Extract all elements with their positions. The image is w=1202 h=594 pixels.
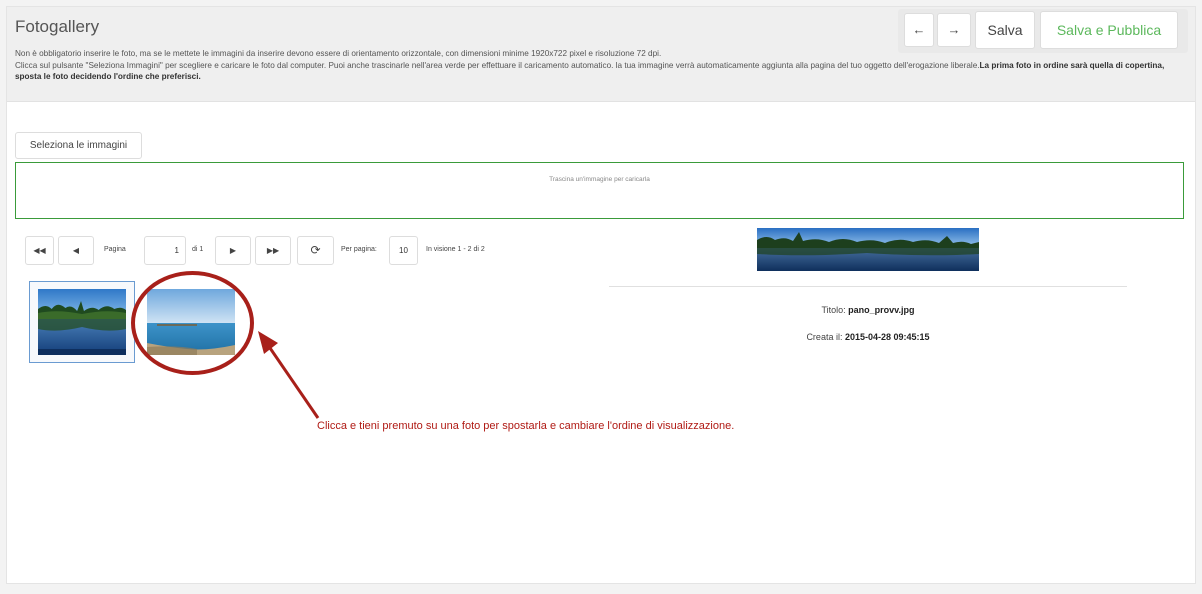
lake-photo-1-image <box>38 289 126 355</box>
per-page-input[interactable]: 10 <box>389 236 418 265</box>
page: Fotogallery Non è obbligatorio inserire … <box>6 6 1196 584</box>
info-line-2: Clicca sul pulsante "Seleziona Immagini"… <box>15 60 1175 83</box>
last-page-button[interactable]: ▶▶ <box>255 236 291 265</box>
details-divider <box>609 286 1127 287</box>
panorama-preview-image <box>757 228 979 271</box>
refresh-button[interactable]: ⟳ <box>297 236 334 265</box>
first-page-button[interactable]: ◀◀ <box>25 236 54 265</box>
page-input[interactable]: 1 <box>144 236 186 265</box>
prev-page-button[interactable]: ◀ <box>58 236 94 265</box>
info-line-2-text: Clicca sul pulsante "Seleziona Immagini"… <box>15 60 980 70</box>
prev-button[interactable]: ← <box>904 13 934 47</box>
header: Fotogallery Non è obbligatorio inserire … <box>7 7 1195 102</box>
refresh-icon: ⟳ <box>310 243 321 257</box>
first-page-icon: ◀◀ <box>33 246 46 255</box>
next-button[interactable]: → <box>937 13 971 47</box>
title-value: pano_provv.jpg <box>848 305 915 315</box>
toolbar: ← → Salva Salva e Pubblica <box>898 9 1188 53</box>
prev-page-icon: ◀ <box>72 246 80 255</box>
photo-thumbnail-1[interactable] <box>29 281 135 363</box>
dropzone-text: Trascina un'immagine per caricarla <box>549 176 650 183</box>
arrow-left-icon: ← <box>912 22 926 37</box>
annotation-text: Clicca e tieni premuto su una foto per s… <box>317 420 735 432</box>
page-of-label: di 1 <box>192 246 204 253</box>
created-label: Creata il: <box>806 332 843 342</box>
page-label: Pagina <box>104 246 126 253</box>
info-text: Non è obbligatorio inserire le foto, ma … <box>15 48 1175 83</box>
per-page-label: Per pagina: <box>341 246 377 253</box>
created-value: 2015-04-28 09:45:15 <box>844 332 930 342</box>
dropzone[interactable]: Trascina un'immagine per caricarla <box>15 162 1184 219</box>
last-page-icon: ▶▶ <box>266 246 280 255</box>
select-images-button[interactable]: Seleziona le immagini <box>15 132 142 159</box>
photo-title: Titolo: pano_provv.jpg <box>609 305 1127 315</box>
range-label: In visione 1 - 2 di 2 <box>426 246 485 253</box>
title-label: Titolo: <box>821 305 846 315</box>
next-page-button[interactable]: ▶ <box>215 236 251 265</box>
next-page-icon: ▶ <box>229 246 237 255</box>
save-button[interactable]: Salva <box>975 11 1035 49</box>
preview-image <box>757 228 979 271</box>
save-and-publish-button[interactable]: Salva e Pubblica <box>1040 11 1178 49</box>
page-title: Fotogallery <box>15 17 100 36</box>
photo-created: Creata il: 2015-04-28 09:45:15 <box>609 332 1127 342</box>
arrow-right-icon: → <box>947 22 961 37</box>
highlight-circle <box>131 271 254 375</box>
